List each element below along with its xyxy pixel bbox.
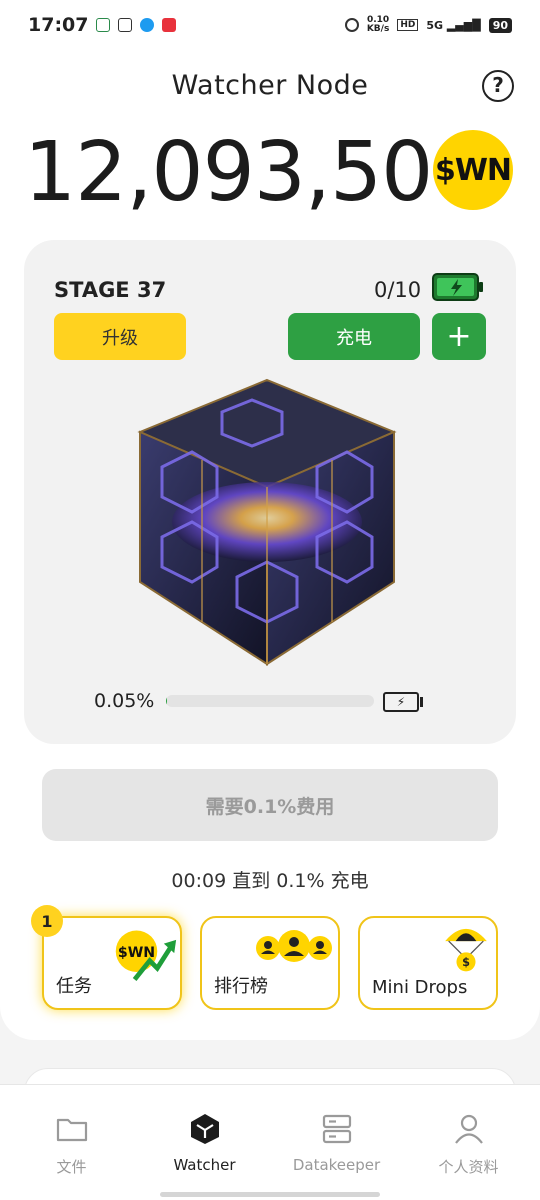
wn-coin-icon: $WN bbox=[433, 130, 513, 210]
nav-item-profile[interactable]: 个人资料 bbox=[401, 1112, 536, 1177]
task-card-mini-drops[interactable]: $ Mini Drops bbox=[358, 916, 498, 1010]
battery-bolt-icon: ⚡ bbox=[383, 692, 419, 712]
charge-count: 0/10 bbox=[374, 278, 422, 302]
cube-icon bbox=[190, 1114, 219, 1144]
charge-button[interactable]: 充电 bbox=[288, 313, 420, 360]
task-label-mini-drops: Mini Drops bbox=[372, 977, 468, 998]
wn-coin-arrow-icon: $WN bbox=[115, 930, 177, 981]
nav-label-watcher: Watcher bbox=[173, 1156, 236, 1174]
task-card-leaderboard[interactable]: 排行榜 bbox=[200, 916, 340, 1010]
token-balance: 12,093,500 bbox=[24, 125, 484, 220]
qq-icon bbox=[140, 18, 155, 32]
server-icon bbox=[322, 1114, 351, 1144]
hd-badge: HD bbox=[397, 19, 419, 31]
home-indicator[interactable] bbox=[160, 1192, 380, 1197]
svg-text:$: $ bbox=[462, 956, 470, 969]
home-app-icon bbox=[96, 18, 111, 32]
leaderboard-people-icon bbox=[256, 930, 332, 962]
fee-button[interactable]: 需要0.1%费用 bbox=[42, 769, 498, 841]
upgrade-button[interactable]: 升级 bbox=[54, 313, 186, 360]
status-time: 17:07 bbox=[28, 14, 89, 36]
charge-timer: 00:09 直到 0.1% 充电 bbox=[171, 870, 369, 892]
node-cube-image bbox=[137, 378, 397, 666]
help-icon[interactable]: ? bbox=[482, 70, 514, 102]
progress-bar bbox=[166, 695, 374, 707]
airdrop-parachute-icon: $ bbox=[445, 928, 487, 972]
status-bar: 17:07 0.10 KB/s HD 5G ▂▄▆█ 90 bbox=[0, 0, 540, 50]
alipay-icon bbox=[118, 18, 133, 32]
battery-tip bbox=[420, 697, 423, 707]
page-title: Watcher Node bbox=[171, 70, 369, 101]
task-label-leaderboard: 排行榜 bbox=[214, 976, 268, 997]
nav-label-profile: 个人资料 bbox=[438, 1158, 499, 1176]
net-speed: 0.10 KB/s bbox=[366, 15, 390, 34]
task-label-missions: 任务 bbox=[56, 976, 92, 997]
folder-icon bbox=[56, 1118, 87, 1142]
task-badge: 1 bbox=[31, 905, 63, 937]
task-card-missions[interactable]: $WN 任务 bbox=[42, 916, 182, 1010]
alarm-icon bbox=[344, 18, 359, 32]
person-icon bbox=[454, 1114, 483, 1144]
nav-label-datakeeper: Datakeeper bbox=[292, 1156, 381, 1174]
battery-charging-icon bbox=[432, 273, 483, 301]
signal-icon: 5G ▂▄▆█ bbox=[426, 18, 481, 32]
battery-level: 90 bbox=[488, 17, 512, 33]
add-charge-button[interactable]: + bbox=[432, 313, 486, 360]
stage-label: STAGE 37 bbox=[54, 278, 167, 302]
nav-label-files: 文件 bbox=[56, 1158, 87, 1176]
nav-item-watcher[interactable]: Watcher bbox=[137, 1112, 272, 1174]
nav-item-datakeeper[interactable]: Datakeeper bbox=[269, 1112, 404, 1174]
progress-percent: 0.05% bbox=[94, 690, 155, 712]
nav-item-files[interactable]: 文件 bbox=[4, 1112, 139, 1177]
app-notification-icon bbox=[162, 18, 177, 32]
